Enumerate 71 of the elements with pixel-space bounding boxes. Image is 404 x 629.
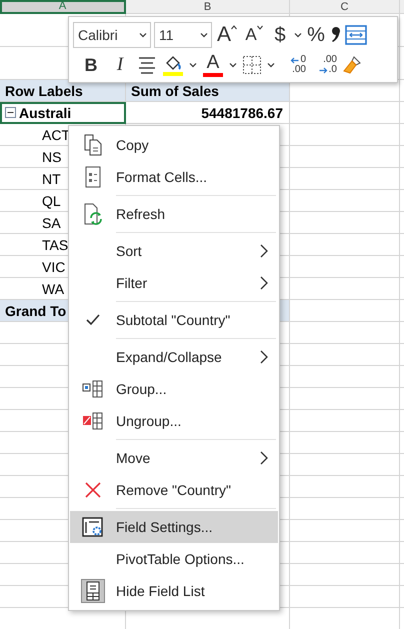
dropdown-field[interactable]: 11 <box>154 22 212 48</box>
menu-item[interactable]: Format Cells... <box>70 161 278 193</box>
dropdown-field[interactable]: Calibri <box>73 22 151 48</box>
font-color-label: A <box>206 54 220 72</box>
arrow-left-icon <box>290 56 300 64</box>
table-cell: NS <box>42 148 62 164</box>
wrap-text-icon[interactable] <box>345 25 367 45</box>
column-header[interactable]: A <box>0 0 126 14</box>
copy-icon <box>83 134 103 156</box>
table-cell: 54481786.67 <box>201 104 283 120</box>
decrease-decimal-button[interactable]: .00 .0 <box>311 55 337 75</box>
menu-item[interactable]: Ungroup... <box>70 405 278 437</box>
menu-item[interactable]: Filter <box>70 267 278 299</box>
menu-item[interactable]: Sort <box>70 235 278 267</box>
comma-style-icon[interactable] <box>330 26 342 44</box>
table-cell: Row Labels <box>5 82 83 98</box>
grow-font-button[interactable]: A <box>215 22 239 48</box>
table-cell: NT <box>42 170 61 186</box>
menu-item[interactable]: Field Settings... <box>70 511 278 543</box>
table-cell: Australi <box>19 104 72 120</box>
table-cell: VIC <box>42 258 66 274</box>
close-icon <box>84 481 102 499</box>
borders-icon[interactable] <box>242 55 262 75</box>
increase-decimal-button[interactable]: 0 .00 <box>280 55 306 75</box>
menu-item[interactable]: Expand/Collapse <box>70 341 278 373</box>
table-cell: QL <box>42 192 61 208</box>
field-list-icon <box>81 579 105 603</box>
decimal-label: .00 <box>292 65 306 75</box>
menu-item[interactable]: Hide Field List <box>70 575 278 607</box>
caret-icon[interactable] <box>294 32 302 38</box>
decimal-label: 0 <box>300 55 306 65</box>
paint-bucket-icon <box>164 54 182 70</box>
table-cell: ACT <box>42 126 70 142</box>
font-color-button[interactable]: A <box>202 52 224 78</box>
format-button[interactable]: $ <box>269 22 291 48</box>
format-cells-icon <box>85 166 101 188</box>
caret-icon <box>200 32 208 38</box>
table-cell: SA <box>42 214 61 230</box>
menu-item[interactable]: Refresh <box>70 198 278 230</box>
column-header[interactable]: B <box>126 0 290 14</box>
caret-icon[interactable] <box>229 62 237 68</box>
decimal-label: .0 <box>328 65 337 75</box>
align-center-icon[interactable] <box>137 56 157 74</box>
group-icon <box>82 380 104 398</box>
decimal-label: .00 <box>323 55 337 65</box>
format-button[interactable]: % <box>305 22 327 48</box>
arrow-right-icon <box>318 66 328 74</box>
field-settings-icon <box>82 517 104 537</box>
refresh-icon <box>83 203 103 225</box>
column-header[interactable]: C <box>290 0 400 14</box>
ungroup-icon <box>82 412 104 430</box>
caret-down-icon <box>256 25 263 30</box>
menu-item[interactable]: Remove "Country" <box>70 474 278 506</box>
italic-button[interactable]: I <box>108 52 132 78</box>
menu-item[interactable]: Subtotal "Country" <box>70 304 278 336</box>
menu-item[interactable]: PivotTable Options... <box>70 543 278 575</box>
bold-button[interactable]: B <box>79 52 103 78</box>
shrink-font-button[interactable]: A <box>242 22 266 48</box>
caret-icon[interactable] <box>189 62 197 68</box>
menu-item[interactable]: Group... <box>70 373 278 405</box>
menu-item[interactable]: Move <box>70 442 278 474</box>
caret-up-icon <box>231 25 237 30</box>
table-cell: Sum of Sales <box>131 82 219 98</box>
collapse-icon[interactable] <box>5 107 16 118</box>
table-cell: TAS <box>42 236 68 252</box>
caret-icon <box>139 32 147 38</box>
brush-icon[interactable] <box>342 55 362 75</box>
table-cell: WA <box>42 280 64 296</box>
menu-item[interactable]: Copy <box>70 129 278 161</box>
table-cell: Grand To <box>5 302 66 318</box>
caret-icon[interactable] <box>267 62 275 68</box>
